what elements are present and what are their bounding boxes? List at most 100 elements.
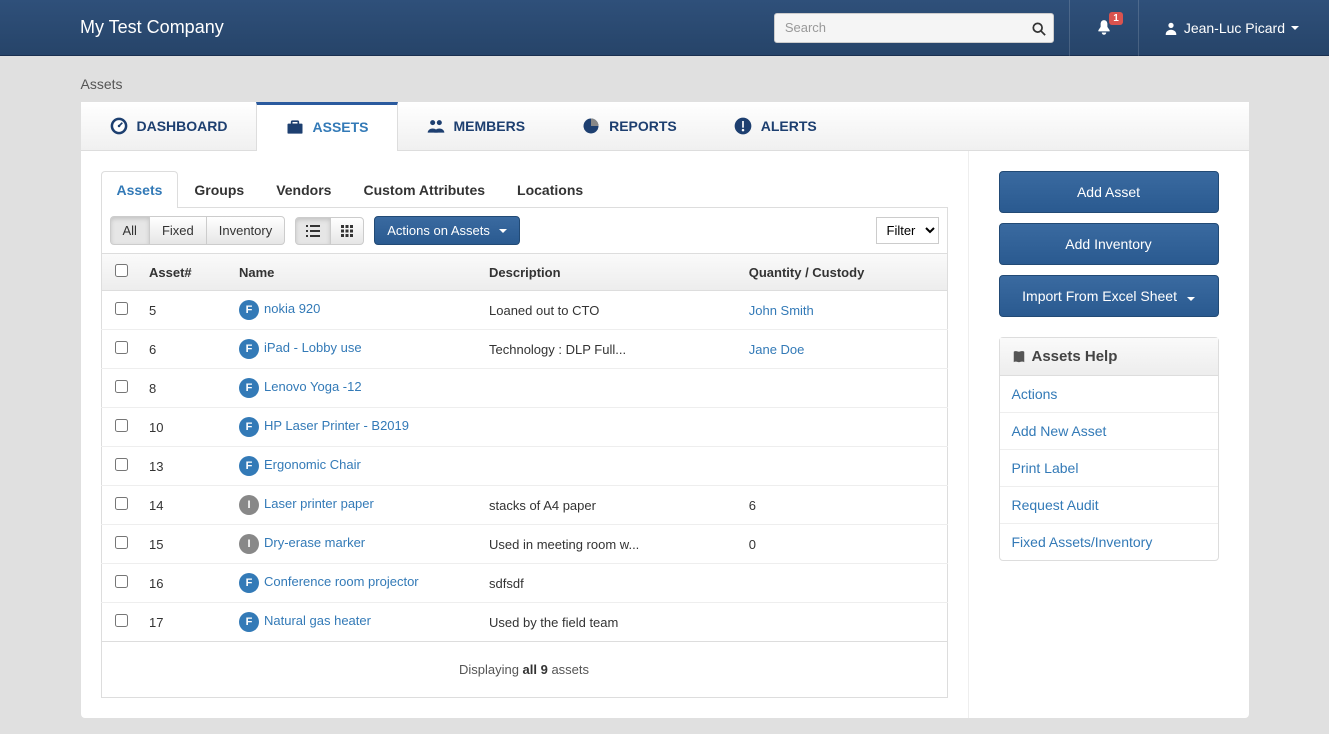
- cell-name: FConference room projector: [231, 564, 481, 603]
- custody-link[interactable]: John Smith: [749, 303, 814, 318]
- help-link-fixed-inventory[interactable]: Fixed Assets/Inventory: [1000, 524, 1218, 560]
- cell-name: FHP Laser Printer - B2019: [231, 408, 481, 447]
- chevron-down-icon: [499, 229, 507, 233]
- row-checkbox[interactable]: [115, 380, 128, 393]
- inventory-badge: I: [239, 495, 259, 515]
- cell-name: Fnokia 920: [231, 291, 481, 330]
- help-panel: Assets Help Actions Add New Asset Print …: [999, 337, 1219, 561]
- top-navbar: My Test Company 1 Jean-Luc Picard: [0, 0, 1329, 56]
- cell-asset-no: 17: [141, 603, 231, 642]
- import-excel-button[interactable]: Import From Excel Sheet: [999, 275, 1219, 317]
- asset-name-link[interactable]: Lenovo Yoga -12: [264, 379, 362, 394]
- tab-label: DASHBOARD: [137, 118, 228, 134]
- row-checkbox[interactable]: [115, 419, 128, 432]
- col-custody[interactable]: Quantity / Custody: [741, 254, 947, 291]
- filter-all-button[interactable]: All: [110, 216, 150, 245]
- tab-dashboard[interactable]: DASHBOARD: [81, 102, 256, 150]
- select-all-checkbox[interactable]: [115, 264, 128, 277]
- asset-name-link[interactable]: Natural gas heater: [264, 613, 371, 628]
- help-link-actions[interactable]: Actions: [1000, 376, 1218, 412]
- content-sidebar: Add Asset Add Inventory Import From Exce…: [969, 151, 1249, 718]
- list-view-button[interactable]: [295, 217, 331, 245]
- search-input[interactable]: [774, 13, 1054, 43]
- assets-toolbar: All Fixed Inventory Actions on Assets: [101, 208, 948, 254]
- filter-fixed-button[interactable]: Fixed: [149, 216, 207, 245]
- cell-description: Loaned out to CTO: [481, 291, 741, 330]
- row-checkbox[interactable]: [115, 497, 128, 510]
- cell-asset-no: 13: [141, 447, 231, 486]
- add-asset-button[interactable]: Add Asset: [999, 171, 1219, 213]
- actions-on-assets-button[interactable]: Actions on Assets: [374, 216, 520, 245]
- search-icon[interactable]: [1032, 20, 1046, 36]
- cell-description: Used in meeting room w...: [481, 525, 741, 564]
- user-icon: [1164, 21, 1178, 35]
- row-checkbox[interactable]: [115, 458, 128, 471]
- type-filter-group: All Fixed Inventory: [110, 216, 286, 245]
- cell-description: [481, 447, 741, 486]
- cell-description: Technology : DLP Full...: [481, 330, 741, 369]
- help-link-add-new-asset[interactable]: Add New Asset: [1000, 413, 1218, 449]
- asset-name-link[interactable]: iPad - Lobby use: [264, 340, 362, 355]
- table-footer: Displaying all 9 assets: [101, 642, 948, 698]
- add-inventory-button[interactable]: Add Inventory: [999, 223, 1219, 265]
- table-row: 16FConference room projectorsdfsdf: [101, 564, 947, 603]
- user-menu[interactable]: Jean-Luc Picard: [1154, 20, 1309, 36]
- cell-name: FiPad - Lobby use: [231, 330, 481, 369]
- col-name[interactable]: Name: [231, 254, 481, 291]
- tab-label: ASSETS: [313, 119, 369, 135]
- list-icon: [306, 225, 320, 237]
- asset-name-link[interactable]: nokia 920: [264, 301, 320, 316]
- nav-divider: [1069, 0, 1070, 56]
- sub-tab-assets[interactable]: Assets: [101, 171, 179, 208]
- search-wrapper: [774, 13, 1054, 43]
- chevron-down-icon: [1187, 297, 1195, 301]
- inventory-badge: I: [239, 534, 259, 554]
- table-row: 8FLenovo Yoga -12: [101, 369, 947, 408]
- asset-name-link[interactable]: Ergonomic Chair: [264, 457, 361, 472]
- grid-view-button[interactable]: [330, 217, 364, 245]
- row-checkbox[interactable]: [115, 536, 128, 549]
- assets-table: Asset# Name Description Quantity / Custo…: [101, 254, 948, 642]
- table-row: 5Fnokia 920Loaned out to CTOJohn Smith: [101, 291, 947, 330]
- row-checkbox[interactable]: [115, 614, 128, 627]
- help-links-list: Actions Add New Asset Print Label Reques…: [1000, 376, 1218, 560]
- tab-reports[interactable]: REPORTS: [553, 102, 705, 150]
- brand-title: My Test Company: [80, 17, 224, 38]
- help-link-print-label[interactable]: Print Label: [1000, 450, 1218, 486]
- cell-description: sdfsdf: [481, 564, 741, 603]
- main-tabs: DASHBOARD ASSETS MEMBERS REPORTS ALERTS: [81, 102, 1249, 151]
- tab-label: ALERTS: [761, 118, 817, 134]
- sub-tab-vendors[interactable]: Vendors: [260, 171, 347, 208]
- table-row: 17FNatural gas heaterUsed by the field t…: [101, 603, 947, 642]
- asset-name-link[interactable]: Dry-erase marker: [264, 535, 365, 550]
- cell-name: FErgonomic Chair: [231, 447, 481, 486]
- sub-tab-custom-attributes[interactable]: Custom Attributes: [347, 171, 501, 208]
- col-description[interactable]: Description: [481, 254, 741, 291]
- cell-name: FNatural gas heater: [231, 603, 481, 642]
- tab-members[interactable]: MEMBERS: [398, 102, 554, 150]
- asset-name-link[interactable]: Conference room projector: [264, 574, 419, 589]
- row-checkbox[interactable]: [115, 302, 128, 315]
- filter-dropdown[interactable]: Filter: [876, 217, 939, 244]
- tab-alerts[interactable]: ALERTS: [705, 102, 845, 150]
- help-link-request-audit[interactable]: Request Audit: [1000, 487, 1218, 523]
- asset-name-link[interactable]: HP Laser Printer - B2019: [264, 418, 409, 433]
- row-checkbox[interactable]: [115, 341, 128, 354]
- grid-icon: [341, 225, 353, 237]
- chevron-down-icon: [1291, 26, 1299, 30]
- filter-inventory-button[interactable]: Inventory: [206, 216, 285, 245]
- asset-name-link[interactable]: Laser printer paper: [264, 496, 374, 511]
- col-asset-no[interactable]: Asset#: [141, 254, 231, 291]
- table-row: 14ILaser printer paperstacks of A4 paper…: [101, 486, 947, 525]
- view-mode-group: [295, 217, 364, 245]
- cell-asset-no: 16: [141, 564, 231, 603]
- sub-tab-groups[interactable]: Groups: [178, 171, 260, 208]
- notifications-button[interactable]: 1: [1085, 18, 1123, 36]
- custody-link[interactable]: Jane Doe: [749, 342, 805, 357]
- sub-tab-locations[interactable]: Locations: [501, 171, 599, 208]
- page-title: Assets: [81, 56, 1249, 102]
- tab-assets[interactable]: ASSETS: [256, 102, 398, 151]
- row-checkbox[interactable]: [115, 575, 128, 588]
- cell-asset-no: 6: [141, 330, 231, 369]
- table-header-row: Asset# Name Description Quantity / Custo…: [101, 254, 947, 291]
